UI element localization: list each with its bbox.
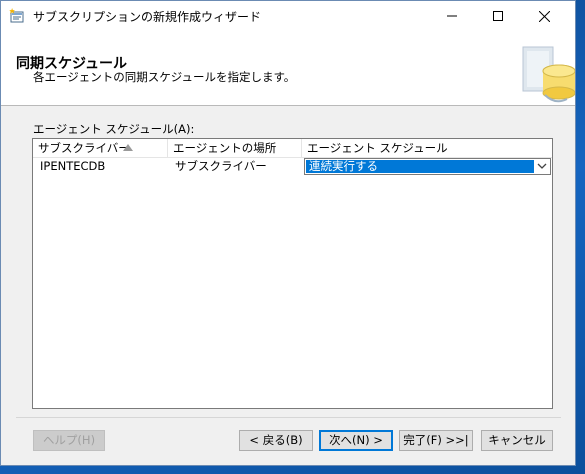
database-sync-graphic bbox=[522, 46, 575, 103]
column-header-subscriber[interactable]: サブスクライバー bbox=[33, 139, 168, 157]
maximize-button[interactable] bbox=[475, 1, 521, 31]
wizard-window-icon bbox=[9, 8, 24, 23]
agent-schedule-grid[interactable]: サブスクライバー エージェントの場所 エージェント スケジュール IPENTEC… bbox=[32, 138, 553, 409]
wizard-header: 同期スケジュール 各エージェントの同期スケジュールを指定します。 bbox=[1, 31, 575, 106]
finish-button[interactable]: 完了(F) >>| bbox=[399, 430, 473, 451]
grid-header: サブスクライバー エージェントの場所 エージェント スケジュール bbox=[33, 139, 552, 158]
chevron-down-icon[interactable] bbox=[537, 162, 547, 170]
close-icon bbox=[538, 10, 550, 22]
next-button[interactable]: 次へ(N) > bbox=[319, 430, 393, 451]
close-button[interactable] bbox=[521, 1, 567, 31]
cell-subscriber: IPENTECDB bbox=[40, 159, 106, 173]
sort-ascending-icon bbox=[123, 144, 133, 151]
column-header-schedule[interactable]: エージェント スケジュール bbox=[302, 139, 552, 157]
schedule-dropdown-value: 連続実行する bbox=[306, 160, 534, 173]
help-button[interactable]: ヘルプ(H) bbox=[33, 430, 105, 451]
table-row[interactable]: IPENTECDB サブスクライバー 連続実行する bbox=[33, 157, 552, 176]
page-subtitle: 各エージェントの同期スケジュールを指定します。 bbox=[33, 70, 296, 84]
column-header-location[interactable]: エージェントの場所 bbox=[168, 139, 302, 157]
title-bar[interactable]: サブスクリプションの新規作成ウィザード bbox=[1, 1, 575, 31]
cell-location: サブスクライバー bbox=[175, 159, 267, 173]
window-title: サブスクリプションの新規作成ウィザード bbox=[33, 10, 262, 24]
wizard-window: サブスクリプションの新規作成ウィザード 同期スケジュール 各エージェントの同期ス… bbox=[0, 0, 576, 466]
minimize-button[interactable] bbox=[429, 1, 475, 31]
minimize-icon bbox=[447, 15, 457, 17]
schedule-dropdown[interactable]: 連続実行する bbox=[304, 158, 551, 175]
footer-divider bbox=[16, 417, 561, 418]
cancel-button[interactable]: キャンセル bbox=[481, 430, 553, 451]
agent-schedule-label: エージェント スケジュール(A): bbox=[33, 122, 195, 136]
back-button[interactable]: < 戻る(B) bbox=[239, 430, 313, 451]
column-header-subscriber-label: サブスクライバー bbox=[38, 141, 130, 155]
maximize-icon bbox=[493, 11, 503, 21]
